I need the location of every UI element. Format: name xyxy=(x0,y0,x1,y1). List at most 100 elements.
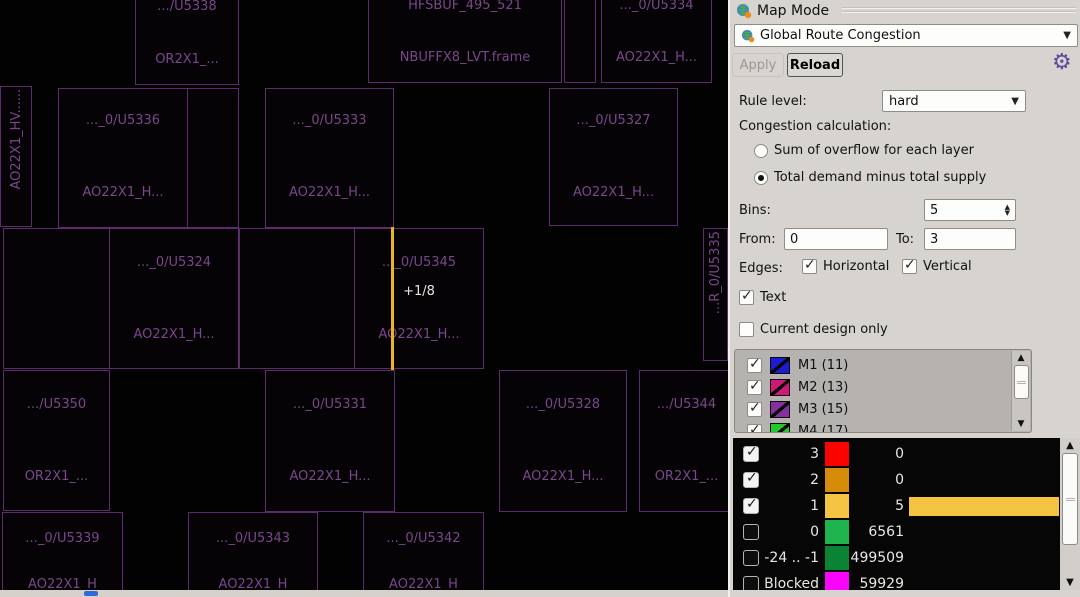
gear-icon[interactable]: ⚙ xyxy=(1052,50,1072,75)
bin-bar-area xyxy=(909,471,1059,490)
scroll-down-icon[interactable]: ▼ xyxy=(1066,575,1074,590)
to-value: 3 xyxy=(930,231,939,247)
canvas-horizontal-scrollbar[interactable] xyxy=(0,590,728,597)
layer-list[interactable]: M1 (11) M2 (13) M3 (15) M4 (17) ▲ ▼ xyxy=(734,349,1032,433)
checkbox-icon[interactable] xyxy=(747,356,762,373)
cell-u5331[interactable]: ..._0/U5331 AO22X1_H... xyxy=(265,370,395,512)
checkbox-icon[interactable] xyxy=(743,576,759,590)
layer-row[interactable]: M4 (17) xyxy=(735,420,1031,433)
cell-u5338[interactable]: .../U5338 OR2X1_... xyxy=(135,0,239,85)
radio-sum-overflow[interactable]: Sum of overflow for each layer xyxy=(754,143,974,158)
cell-name-label: OR2X1_... xyxy=(24,469,89,484)
congestion-edge-marker[interactable] xyxy=(391,227,394,370)
checkbox-icon[interactable] xyxy=(747,400,762,417)
cell-u5345[interactable]: ..._0/U5345 +1/8 AO22X1_H... xyxy=(354,228,484,369)
layer-row[interactable]: M2 (13) xyxy=(735,376,1031,398)
panel-titlebar[interactable]: Map Mode xyxy=(736,3,829,19)
histogram-row[interactable]: Blocked 59929 xyxy=(733,571,1080,590)
cell-name-label: ..._0/U5327 xyxy=(576,113,651,128)
to-input[interactable]: 3 xyxy=(924,228,1016,250)
checkbox-icon[interactable] xyxy=(747,422,762,432)
edge-horizontal-checkbox[interactable]: Horizontal xyxy=(802,257,889,274)
scrollbar-thumb[interactable] xyxy=(1013,365,1029,399)
edges-label: Edges: xyxy=(739,261,783,276)
checkbox-icon[interactable] xyxy=(802,257,817,274)
cell-u5334[interactable]: ..._0/U5334 AO22X1_H... xyxy=(601,0,712,83)
cell-u5328[interactable]: ..._0/U5328 AO22X1_H... xyxy=(499,370,627,512)
current-design-checkbox[interactable]: Current design only xyxy=(739,322,888,337)
cell-empty-c[interactable] xyxy=(3,228,110,369)
cell-empty-a[interactable] xyxy=(564,0,596,83)
cell-u5324[interactable]: ..._0/U5324 AO22X1_H... xyxy=(109,228,239,369)
histogram-row[interactable]: 15 xyxy=(733,493,1080,519)
radio-icon[interactable] xyxy=(754,143,768,158)
checkbox-icon[interactable] xyxy=(743,444,759,462)
from-input[interactable]: 0 xyxy=(784,228,888,250)
spinner-arrows-icon[interactable]: ▲ ▼ xyxy=(1005,204,1010,217)
cell-name-label: ..._0/U5343 xyxy=(215,531,291,546)
layer-row[interactable]: M1 (11) xyxy=(735,354,1031,376)
map-mode-icon xyxy=(741,29,755,42)
cell-u5342[interactable]: ..._0/U5342 AO22X1_H xyxy=(363,512,484,597)
bin-color-swatch xyxy=(825,494,849,518)
scrollbar-thumb[interactable] xyxy=(1062,453,1078,545)
histogram-row[interactable]: 30 xyxy=(733,441,1080,467)
cell-u5350[interactable]: .../U5350 OR2X1_... xyxy=(3,370,110,511)
checkbox-icon[interactable] xyxy=(739,288,754,305)
checkbox-icon[interactable] xyxy=(743,550,759,566)
reload-button[interactable]: Reload xyxy=(787,53,843,77)
cell-u5344[interactable]: .../U5344 OR2X1_... xyxy=(639,370,728,512)
checkbox-icon[interactable] xyxy=(739,322,754,337)
panel-drag-handle[interactable] xyxy=(842,7,1076,15)
layout-canvas[interactable]: .../U5338 OR2X1_... HFSBUF_495_521 NBUFFX8_… xyxy=(0,0,728,597)
layer-list-scrollbar[interactable]: ▲ ▼ xyxy=(1011,351,1030,431)
canvas-scrollbar-thumb[interactable] xyxy=(84,591,98,596)
histogram-row[interactable]: 20 xyxy=(733,467,1080,493)
checkbox-icon[interactable] xyxy=(743,524,759,540)
map-mode-icon xyxy=(737,4,752,19)
layer-color-swatch xyxy=(770,400,790,418)
layer-row[interactable]: M3 (15) xyxy=(735,398,1031,420)
checkbox-icon[interactable] xyxy=(747,378,762,395)
bin-color-swatch xyxy=(825,468,849,492)
congestion-value-label: +1/8 xyxy=(403,284,435,299)
bins-spinbox[interactable]: 5 ▲ ▼ xyxy=(924,199,1016,221)
bins-value: 5 xyxy=(930,202,939,218)
histogram-row[interactable]: 0 6561 xyxy=(733,519,1080,545)
cell-u5333[interactable]: ..._0/U5333 AO22X1_H... xyxy=(265,88,394,228)
cell-vcell-u5335[interactable]: ...R_0/U5335 xyxy=(703,228,728,361)
cell-u5343[interactable]: ..._0/U5343 AO22X1_H xyxy=(188,512,318,597)
edge-vertical-checkbox[interactable]: Vertical xyxy=(902,257,972,274)
scroll-up-icon[interactable]: ▲ xyxy=(1066,438,1074,453)
cell-name-label: ..._0/U5345 xyxy=(381,255,457,270)
scroll-down-icon[interactable]: ▼ xyxy=(1018,417,1025,431)
cell-name-label: .../U5338 xyxy=(157,0,217,14)
radio-sum-label: Sum of overflow for each layer xyxy=(774,143,974,158)
bin-bar-area xyxy=(909,445,1059,464)
apply-button[interactable]: Apply xyxy=(732,53,784,77)
checkbox-icon[interactable] xyxy=(743,470,759,488)
cell-name-label: AO22X1_H... xyxy=(572,185,655,200)
bins-label: Bins: xyxy=(739,203,771,218)
cell-empty-d[interactable] xyxy=(239,228,355,369)
cell-u5336[interactable]: ..._0/U5336 AO22X1_H... xyxy=(58,88,188,228)
cell-empty-b[interactable] xyxy=(187,88,239,228)
radio-icon[interactable] xyxy=(754,170,768,185)
checkbox-icon[interactable] xyxy=(902,257,917,274)
layer-label: M4 (17) xyxy=(798,423,849,433)
checkbox-icon[interactable] xyxy=(743,496,759,514)
congestion-histogram[interactable]: 30201506561-24 .. -1499509Blocked59929 ▲… xyxy=(733,438,1080,590)
bin-count-value: 0 xyxy=(895,472,904,488)
scroll-up-icon[interactable]: ▲ xyxy=(1018,351,1025,365)
cell-vcell-hv[interactable]: ... AO22X1_HV... xyxy=(0,86,32,227)
cell-hfsbuf[interactable]: HFSBUF_495_521 NBUFFX8_LVT.frame xyxy=(368,0,562,83)
map-mode-select[interactable]: Global Route Congestion ▼ xyxy=(734,24,1078,47)
text-checkbox[interactable]: Text xyxy=(739,288,786,305)
radio-total-demand[interactable]: Total demand minus total supply xyxy=(754,170,986,185)
layer-color-swatch xyxy=(770,378,790,396)
histogram-scrollbar[interactable]: ▲ ▼ xyxy=(1060,438,1080,590)
cell-u5327[interactable]: ..._0/U5327 AO22X1_H... xyxy=(549,88,678,226)
rule-level-select[interactable]: hard ▼ xyxy=(882,90,1026,112)
cell-u5339[interactable]: ..._0/U5339 AO22X1_H xyxy=(2,512,123,597)
histogram-row[interactable]: -24 .. -1 499509 xyxy=(733,545,1080,571)
